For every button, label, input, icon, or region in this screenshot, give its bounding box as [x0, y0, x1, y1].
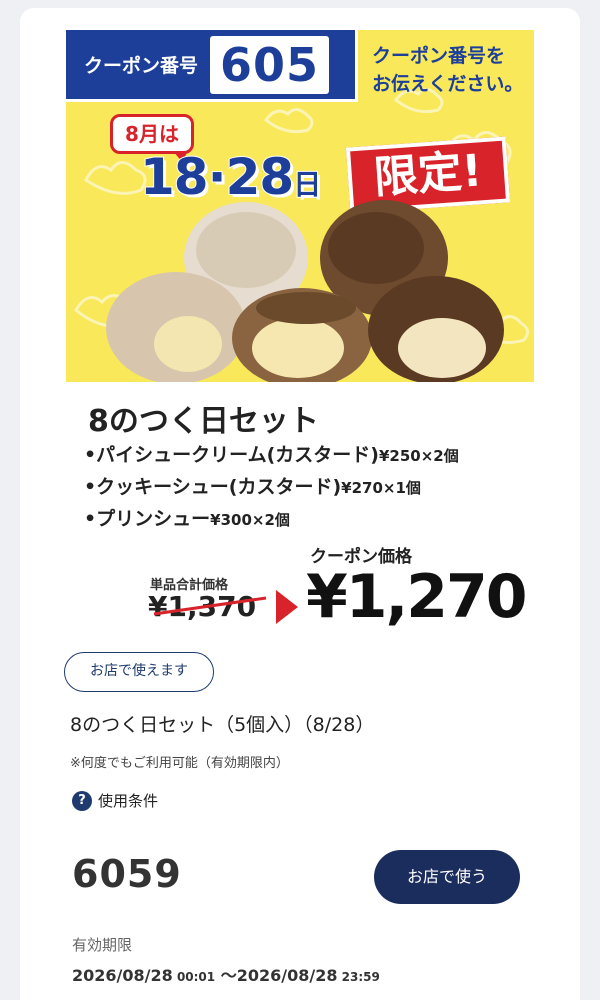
coupon-instruction: クーポン番号を お伝えください。 [372, 45, 524, 95]
coupon-code: 6059 [72, 852, 182, 896]
question-circle-icon: ? [72, 790, 92, 811]
list-item: •プリンシュー¥300×2個 [84, 508, 290, 530]
expiry-period: 2026/08/28 00:01 ～2026/08/28 23:59 [72, 966, 380, 985]
usage-conditions-link[interactable]: ? 使用条件 [72, 790, 158, 811]
usage-note: ※何度でもご利用可能（有効期限内） [70, 756, 289, 771]
use-in-store-button[interactable]: お店で使う [374, 850, 520, 904]
list-item: •パイシュークリーム(カスタード)¥250×2個 [84, 444, 459, 466]
coupon-name: 8のつく日セット（5個入）（8/28） [70, 714, 375, 736]
coupon-number-value: 605 [210, 35, 330, 94]
strikethrough-mark [153, 596, 267, 616]
cream-puffs-illustration [106, 200, 504, 382]
store-usable-badge: お店で使えます [64, 652, 214, 692]
list-item: •クッキーシュー(カスタード)¥270×1個 [84, 476, 421, 498]
usage-conditions-label: 使用条件 [98, 792, 159, 810]
promo-banner: クーポン番号 605 クーポン番号を お伝えください。 8月は 18·28日 限… [66, 30, 534, 382]
coupon-price: ¥1,270 [306, 562, 528, 632]
coupon-number-box: クーポン番号 605 [66, 30, 358, 102]
product-item-list: •パイシュークリーム(カスタード)¥250×2個 •クッキーシュー(カスタード)… [84, 440, 459, 536]
expiry-label: 有効期限 [72, 936, 133, 954]
triangle-right-icon [276, 590, 298, 624]
coupon-number-label: クーポン番号 [84, 55, 199, 77]
product-title: 8のつく日セット [88, 404, 319, 439]
